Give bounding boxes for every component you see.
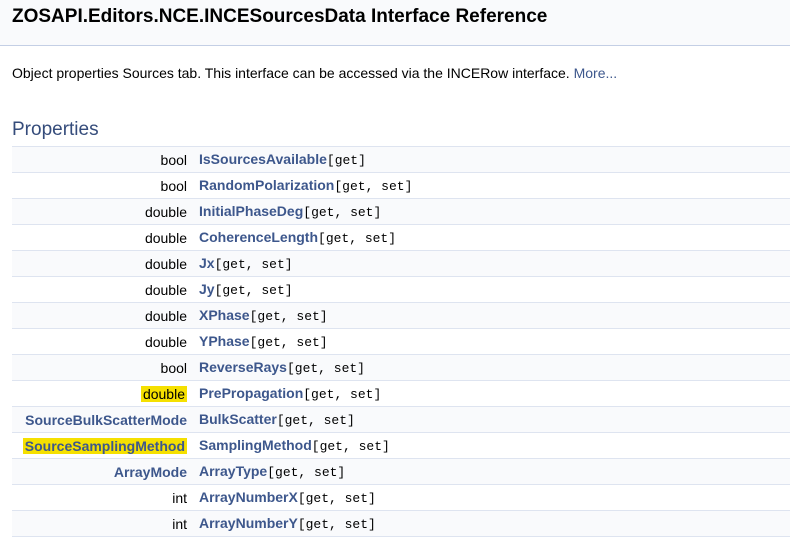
page-title: ZOSAPI.Editors.NCE.INCESourcesData Inter…: [12, 6, 548, 27]
property-name-cell: BulkScatter[get, set]: [193, 406, 790, 433]
property-type: ArrayMode: [12, 458, 193, 485]
property-access: [get, set]: [276, 413, 355, 428]
property-type: double: [12, 328, 193, 355]
property-link[interactable]: InitialPhaseDeg: [199, 203, 303, 219]
property-access: [get, set]: [303, 205, 382, 220]
property-name-cell: InitialPhaseDeg[get, set]: [193, 198, 790, 225]
property-type: int: [12, 510, 193, 537]
property-link[interactable]: RandomPolarization: [199, 177, 334, 193]
property-name-cell: Jy[get, set]: [193, 276, 790, 303]
property-type: double: [12, 250, 193, 277]
page-header: ZOSAPI.Editors.NCE.INCESourcesData Inter…: [0, 0, 790, 46]
property-name-cell: CoherenceLength[get, set]: [193, 224, 790, 251]
property-name-cell: XPhase[get, set]: [193, 302, 790, 329]
property-name-cell: ArrayType[get, set]: [193, 458, 790, 485]
property-name-cell: ArrayNumberY[get, set]: [193, 510, 790, 537]
property-link[interactable]: ArrayType: [199, 463, 267, 479]
highlighted-type: double: [140, 385, 187, 402]
property-link[interactable]: YPhase: [199, 333, 250, 349]
table-row: bool IsSourcesAvailable[get]: [12, 146, 790, 173]
table-row: SourceSamplingMethod SamplingMethod[get,…: [12, 432, 790, 459]
property-type: bool: [12, 146, 193, 173]
property-link[interactable]: IsSourcesAvailable: [199, 151, 327, 167]
property-name-cell: PrePropagation[get, set]: [193, 380, 790, 407]
property-link[interactable]: Jy: [199, 281, 215, 297]
property-type: double: [12, 276, 193, 303]
property-link[interactable]: CoherenceLength: [199, 229, 318, 245]
property-link[interactable]: Jx: [199, 255, 215, 271]
property-access: [get, set]: [303, 387, 382, 402]
property-name-cell: SamplingMethod[get, set]: [193, 432, 790, 459]
property-access: [get, set]: [214, 283, 293, 298]
table-row: double Jy[get, set]: [12, 276, 790, 303]
property-access: [get, set]: [267, 465, 346, 480]
brief-text: Object properties Sources tab. This inte…: [12, 65, 570, 81]
property-link[interactable]: ReverseRays: [199, 359, 287, 375]
table-row: double InitialPhaseDeg[get, set]: [12, 198, 790, 225]
more-link[interactable]: More...: [574, 65, 618, 81]
property-access: [get, set]: [286, 361, 365, 376]
table-row: bool ReverseRays[get, set]: [12, 354, 790, 381]
property-access: [get, set]: [297, 491, 376, 506]
property-name-cell: YPhase[get, set]: [193, 328, 790, 355]
highlighted-type-link[interactable]: SourceSamplingMethod: [22, 437, 187, 454]
table-row: double PrePropagation[get, set]: [12, 380, 790, 407]
property-access: [get, set]: [249, 335, 328, 350]
property-type: double: [12, 198, 193, 225]
property-link[interactable]: XPhase: [199, 307, 250, 323]
property-link[interactable]: SamplingMethod: [199, 437, 312, 453]
property-access: [get, set]: [334, 179, 413, 194]
property-type: SourceSamplingMethod: [12, 432, 193, 459]
property-link[interactable]: BulkScatter: [199, 411, 277, 427]
table-row: int ArrayNumberY[get, set]: [12, 510, 790, 537]
table-row: double CoherenceLength[get, set]: [12, 224, 790, 251]
property-access: [get]: [326, 153, 366, 168]
property-type: int: [12, 484, 193, 511]
property-access: [get, set]: [311, 439, 390, 454]
property-name-cell: Jx[get, set]: [193, 250, 790, 277]
property-access: [get, set]: [214, 257, 293, 272]
section-title: Properties: [12, 119, 99, 140]
table-row: double XPhase[get, set]: [12, 302, 790, 329]
brief-description: Object properties Sources tab. This inte…: [12, 64, 778, 82]
property-name-cell: RandomPolarization[get, set]: [193, 172, 790, 199]
property-name-cell: ReverseRays[get, set]: [193, 354, 790, 381]
table-row: double Jx[get, set]: [12, 250, 790, 277]
table-row: double YPhase[get, set]: [12, 328, 790, 355]
property-type: double: [12, 224, 193, 251]
property-access: [get, set]: [297, 517, 376, 532]
property-type: bool: [12, 354, 193, 381]
property-type: bool: [12, 172, 193, 199]
property-link[interactable]: ArrayNumberX: [199, 489, 298, 505]
property-access: [get, set]: [249, 309, 328, 324]
main-content: Object properties Sources tab. This inte…: [0, 64, 790, 537]
table-row: bool RandomPolarization[get, set]: [12, 172, 790, 199]
table-row: SourceBulkScatterMode BulkScatter[get, s…: [12, 406, 790, 433]
property-link[interactable]: ArrayNumberY: [199, 515, 298, 531]
property-access: [get, set]: [318, 231, 397, 246]
type-link[interactable]: SourceBulkScatterMode: [25, 412, 187, 428]
property-type: SourceBulkScatterMode: [12, 406, 193, 433]
table-row: int ArrayNumberX[get, set]: [12, 484, 790, 511]
properties-table: bool IsSourcesAvailable[get] bool Random…: [12, 146, 790, 537]
type-link[interactable]: ArrayMode: [114, 464, 187, 480]
table-row: ArrayMode ArrayType[get, set]: [12, 458, 790, 485]
property-link[interactable]: PrePropagation: [199, 385, 303, 401]
property-name-cell: IsSourcesAvailable[get]: [193, 146, 790, 173]
property-name-cell: ArrayNumberX[get, set]: [193, 484, 790, 511]
property-type: double: [12, 380, 193, 407]
property-type: double: [12, 302, 193, 329]
